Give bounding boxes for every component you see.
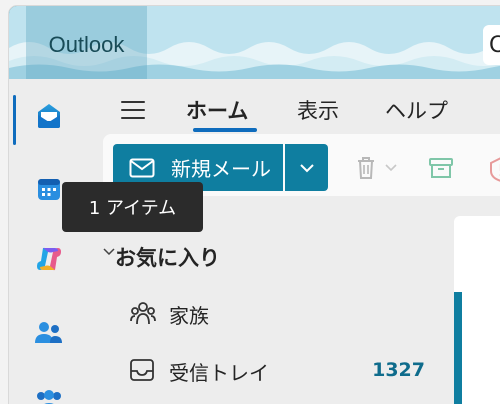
envelope-icon <box>129 158 155 177</box>
delete-icon[interactable] <box>355 156 377 180</box>
people-icon <box>35 322 62 343</box>
tab-help[interactable]: ヘルプ <box>385 95 448 125</box>
folder-label: 受信トレイ <box>169 361 269 385</box>
report-icon[interactable] <box>488 156 500 182</box>
new-mail-label: 新規メール <box>171 157 271 181</box>
tab-active-underline <box>193 128 257 132</box>
ribbon-tabs: ホーム 表示 ヘルプ <box>93 79 500 134</box>
favorites-collapse-chevron-icon[interactable] <box>103 248 115 256</box>
delete-dropdown-chevron-icon[interactable] <box>385 164 397 172</box>
copilot-icon <box>37 247 61 271</box>
favorites-header[interactable]: お気に入り <box>115 242 220 272</box>
hamburger-menu-icon[interactable] <box>121 101 145 119</box>
archive-icon[interactable] <box>428 156 454 180</box>
chevron-down-icon <box>299 163 314 172</box>
mail-icon <box>38 104 60 128</box>
selected-message-accent <box>454 292 462 404</box>
tooltip: 1 アイテム <box>62 182 203 232</box>
group-folder-icon <box>130 302 156 325</box>
rail-item-people[interactable] <box>29 313 69 353</box>
inbox-icon <box>130 359 154 381</box>
groups-icon <box>37 390 61 404</box>
tab-view[interactable]: 表示 <box>297 95 339 125</box>
new-mail-dropdown-button[interactable] <box>285 144 328 191</box>
rail-item-mail[interactable] <box>29 96 69 136</box>
tab-home[interactable]: ホーム <box>186 95 248 125</box>
app-rail <box>9 79 81 404</box>
folder-item-inbox[interactable]: 受信トレイ 1327 <box>129 355 449 385</box>
outlook-window: Outlook C ホーム 表示 ヘルプ 新規メール 1 アイテム お気に入り … <box>9 6 500 404</box>
rail-item-groups[interactable] <box>29 381 69 404</box>
app-title[interactable]: Outlook <box>26 6 147 79</box>
search-input[interactable]: C <box>483 25 500 65</box>
calendar-icon <box>38 179 60 200</box>
folder-label: 家族 <box>169 304 209 328</box>
header-banner: Outlook C <box>9 6 500 79</box>
rail-item-copilot[interactable] <box>29 239 69 279</box>
unread-count-badge: 1327 <box>372 359 425 381</box>
folder-item-family[interactable]: 家族 <box>129 298 449 328</box>
rail-active-indicator <box>13 95 16 145</box>
